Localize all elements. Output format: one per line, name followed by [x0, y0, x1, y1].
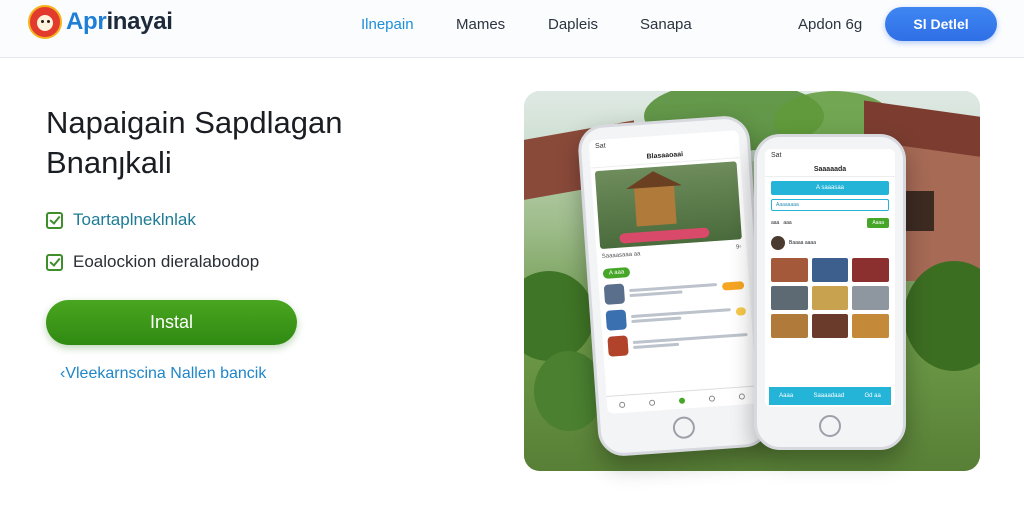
chat-tab-icon[interactable] [708, 394, 716, 402]
search-input[interactable]: Aaaaaaaa [771, 199, 889, 211]
filter-controls: aaa aaa Aaaa [765, 214, 895, 232]
headline-line-2: Bnanȷkali [46, 145, 172, 180]
feature-label-1: Toartaplneklnlak [73, 210, 196, 229]
filter-option[interactable]: aaa [783, 220, 791, 226]
house-photo [594, 161, 742, 250]
brand-logo[interactable]: Aprinayai [28, 5, 173, 39]
learn-more-link[interactable]: ‹Vleekarnscina Nallen bancik [60, 365, 266, 383]
add-tab-icon[interactable] [678, 397, 686, 404]
feature-item-2: Eoalockion dieralabodop [46, 252, 259, 272]
checkbox-icon [46, 211, 63, 229]
nav-link-2[interactable]: Mames [456, 16, 505, 33]
nav-link-3[interactable]: Dapleis [548, 16, 598, 33]
phone-screen: Sat Saaaaada A saaasaa Aaaaaaaa aaa aaa … [765, 149, 895, 407]
bottom-action-bar: Aaaa Saaaadaad Gd aa [769, 387, 891, 405]
feature-label-2: Eoalockion dieralabodop [73, 252, 260, 271]
search-tab-icon[interactable] [648, 399, 656, 406]
home-tab-icon[interactable] [618, 401, 626, 408]
profile-row[interactable]: Baaaa aaaa [765, 232, 895, 254]
section-header: A saaasaa [771, 181, 889, 195]
phone-screen: Sat Blasaaoaai Saaaasaaa aa 9▫ A aaa [588, 130, 758, 414]
headline-line-1: Napaigain Sapdlagan [46, 105, 343, 140]
avatar [771, 236, 785, 250]
profile-name: Baaaa aaaa [789, 240, 816, 246]
home-button [819, 415, 841, 437]
phone-mockup-right: Sat Saaaaada A saaasaa Aaaaaaaa aaa aaa … [754, 134, 906, 450]
grid-photo[interactable] [771, 314, 808, 338]
checkbox-icon [46, 253, 63, 271]
grid-photo[interactable] [811, 258, 849, 282]
phone-mockup-left: Sat Blasaaoaai Saaaasaaa aa 9▫ A aaa [576, 114, 772, 458]
status-bar: Sat [771, 152, 782, 159]
login-link[interactable]: Apdon 6g [798, 16, 862, 33]
nav-link-1[interactable]: Ilnepain [361, 16, 414, 33]
grid-photo[interactable] [771, 258, 808, 282]
feature-item-1: Toartaplneklnlak [46, 210, 196, 230]
grid-photo[interactable] [811, 314, 849, 338]
photo-grid [765, 254, 895, 342]
mascot-logo-icon [28, 5, 62, 39]
category-chip[interactable]: A aaa [602, 267, 631, 279]
bar-action[interactable]: Aaaa [779, 393, 793, 399]
nav-link-4[interactable]: Sanapa [640, 16, 692, 33]
bar-action[interactable]: Gd aa [864, 393, 880, 399]
hero-headline: Napaigain Sapdlagan Bnanȷkali [46, 103, 426, 183]
top-navbar: Aprinayai Ilnepain Mames Dapleis Sanapa … [0, 0, 1024, 58]
grid-photo[interactable] [771, 286, 808, 310]
profile-tab-icon[interactable] [738, 392, 746, 400]
brand-name: Aprinayai [66, 8, 173, 35]
screen-title: Saaaaada [765, 163, 895, 177]
filter-option[interactable]: aaa [771, 220, 779, 226]
grid-photo[interactable] [811, 286, 849, 310]
bar-action[interactable]: Saaaadaad [813, 393, 844, 399]
apply-button[interactable]: Aaaa [867, 218, 889, 228]
home-button [672, 415, 696, 440]
install-button[interactable]: Instal [46, 300, 297, 345]
grid-photo[interactable] [852, 314, 889, 338]
grid-photo[interactable] [852, 258, 889, 282]
grid-photo[interactable] [852, 286, 889, 310]
header-cta-button[interactable]: Sl Detlel [885, 7, 997, 41]
tab-bar [606, 385, 758, 414]
